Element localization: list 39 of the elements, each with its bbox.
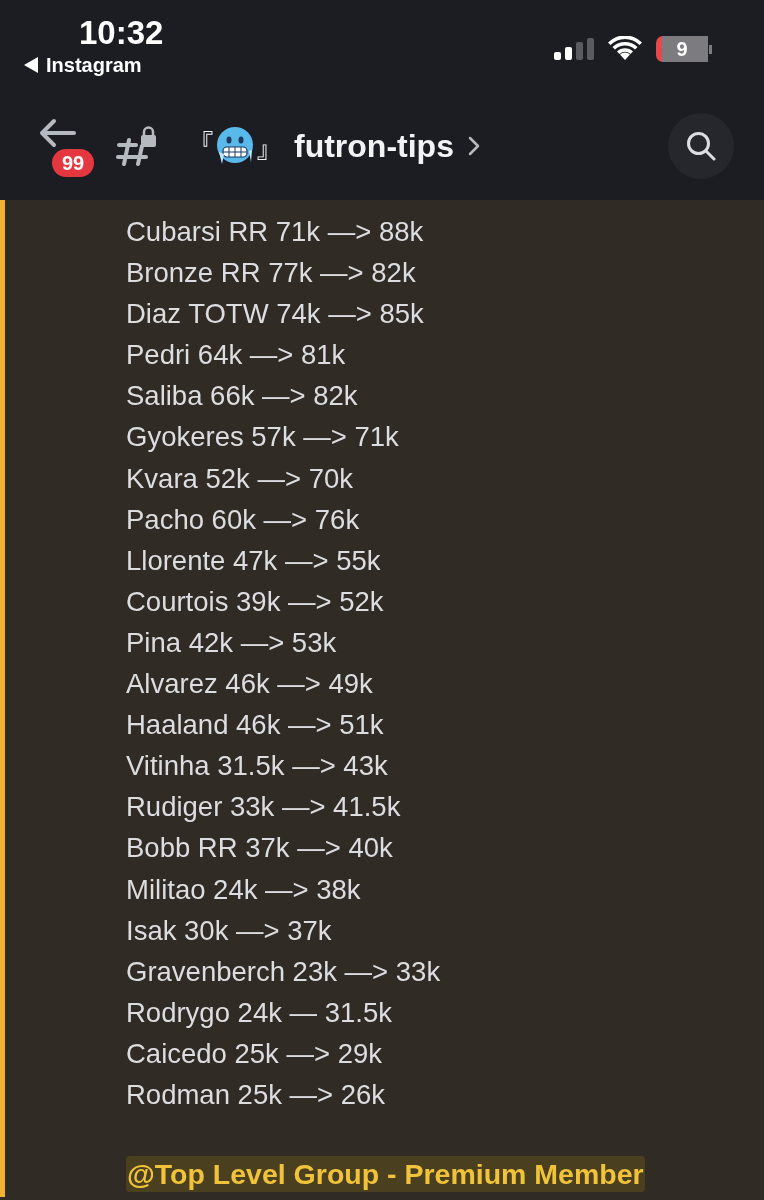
message-line: Haaland 46k —> 51k: [126, 708, 384, 743]
message-line: Gyokeres 57k —> 71k: [126, 420, 399, 455]
message-line: Llorente 47k —> 55k: [126, 543, 381, 578]
message-line: Vitinha 31.5k —> 43k: [126, 749, 388, 784]
channel-name-prefix: 『: [184, 126, 216, 166]
channel-name[interactable]: futron-tips: [294, 122, 454, 170]
status-time: 10:32: [79, 14, 164, 52]
message-line: Bobb RR 37k —> 40k: [126, 831, 393, 866]
back-arrow-icon: [38, 118, 76, 148]
locked-channel-icon: [116, 126, 158, 166]
wifi-icon: [608, 36, 642, 60]
message-line: Rodman 25k —> 26k: [126, 1077, 386, 1112]
channel-name-suffix: 』: [254, 126, 286, 166]
message-line: Rodrygo 24k — 31.5k: [126, 995, 392, 1030]
message-line: Kvara 52k —> 70k: [126, 461, 353, 496]
message-line: Cubarsi RR 71k —> 88k: [126, 215, 424, 249]
back-button[interactable]: [38, 118, 76, 148]
message-line: Pacho 60k —> 76k: [126, 502, 360, 537]
chevron-right-icon: [467, 136, 480, 156]
message-line: Caicedo 25k —> 29k: [126, 1036, 383, 1071]
back-to-app-link[interactable]: Instagram: [24, 52, 142, 78]
message-line: Saliba 66k —> 82k: [126, 379, 358, 414]
role-mention[interactable]: @Top Level Group - Premium Member: [126, 1156, 645, 1193]
cellular-signal-icon: [554, 38, 594, 60]
message-line: Gravenberch 23k —> 33k: [126, 954, 441, 989]
search-icon: [686, 131, 716, 161]
unread-count-badge: 99: [52, 149, 95, 177]
message-line: Pina 42k —> 53k: [126, 625, 337, 660]
message-line: Diaz TOTW 74k —> 85k: [126, 297, 424, 332]
message-line: Alvarez 46k —> 49k: [126, 667, 373, 702]
battery-indicator: 9: [656, 36, 712, 62]
message-line: Isak 30k —> 37k: [126, 913, 332, 948]
message-line: Bronze RR 77k —> 82k: [126, 256, 416, 291]
message-line: Pedri 64k —> 81k: [126, 338, 346, 373]
back-triangle-icon: [24, 57, 38, 73]
freezing-face-icon: [216, 126, 254, 166]
message-line: Courtois 39k —> 52k: [126, 584, 384, 619]
message-line: Rudiger 33k —> 41.5k: [126, 790, 401, 825]
message-line: Militao 24k —> 38k: [126, 872, 361, 907]
